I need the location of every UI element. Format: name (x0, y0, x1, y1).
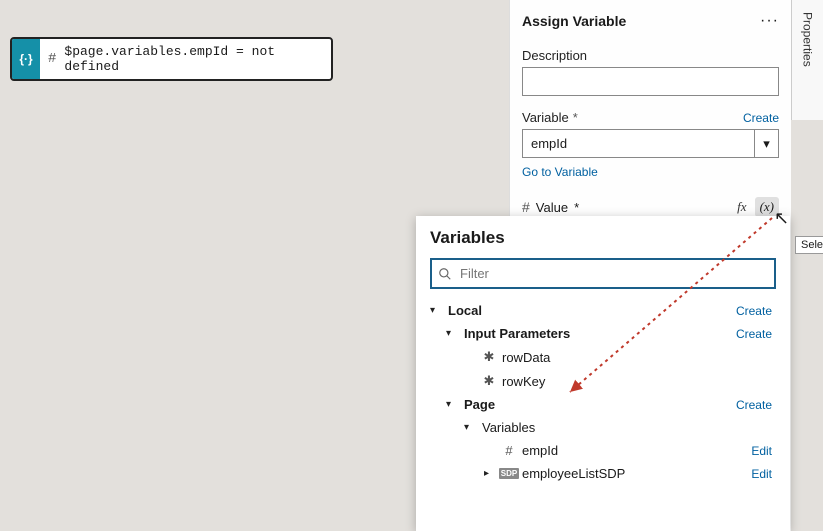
node-expression: $page.variables.empId = not defined (64, 44, 323, 74)
hash-icon: # (48, 51, 56, 67)
properties-tab[interactable]: Properties (791, 0, 823, 120)
tree-group-page[interactable]: ▾Page Create (416, 393, 790, 416)
required-mark: * (573, 110, 578, 125)
variable-select-value: empId (522, 129, 755, 158)
tree-item-empid[interactable]: #empId Edit (416, 439, 790, 462)
search-icon (438, 267, 452, 281)
asterisk-icon: ✱ (482, 373, 496, 389)
panel-menu-icon[interactable]: ··· (760, 12, 779, 30)
value-label: Value (536, 200, 568, 215)
create-variable-link[interactable]: Create (743, 111, 779, 125)
assign-variable-node[interactable]: {·} # $page.variables.empId = not define… (10, 37, 333, 81)
hash-icon: # (502, 443, 516, 458)
variable-label: Variable (522, 110, 569, 125)
tree-item-rowdata[interactable]: ✱rowData (416, 345, 790, 369)
caret-right-icon: ▸ (484, 468, 496, 479)
chevron-down-icon: ▾ (763, 136, 770, 152)
tree-item-employeelistsdp[interactable]: ▸SDPemployeeListSDP Edit (416, 462, 790, 485)
panel-header: Assign Variable ··· (522, 12, 779, 30)
edit-sdp-link[interactable]: Edit (751, 467, 772, 481)
brackets-icon: {·} (19, 52, 32, 66)
sdp-icon: SDP (502, 468, 516, 479)
description-label: Description (522, 48, 779, 63)
caret-down-icon: ▾ (464, 422, 476, 433)
caret-down-icon: ▾ (446, 399, 458, 410)
tree-group-local[interactable]: ▾Local Create (416, 299, 790, 322)
variables-filter[interactable] (430, 258, 776, 289)
asterisk-icon: ✱ (482, 349, 496, 365)
panel-title: Assign Variable (522, 13, 626, 29)
hash-icon: # (522, 199, 530, 215)
node-body: # $page.variables.empId = not defined (40, 39, 331, 79)
tree-group-page-variables[interactable]: ▾Variables (416, 416, 790, 439)
select-tooltip: Select (795, 236, 823, 254)
fx-button[interactable]: fx (733, 197, 750, 217)
variables-popup-title: Variables (430, 228, 776, 248)
variables-tree: ▾Local Create ▾Input Parameters Create ✱… (416, 299, 790, 531)
tree-item-rowkey[interactable]: ✱rowKey (416, 369, 790, 393)
properties-tab-label: Properties (801, 12, 815, 67)
tree-group-input-parameters[interactable]: ▾Input Parameters Create (416, 322, 790, 345)
edit-empid-link[interactable]: Edit (751, 444, 772, 458)
node-accent-icon: {·} (12, 39, 40, 79)
caret-down-icon: ▾ (430, 305, 442, 316)
create-input-param-link[interactable]: Create (736, 327, 772, 341)
variable-picker-button[interactable]: (x) (755, 197, 779, 217)
create-local-link[interactable]: Create (736, 304, 772, 318)
description-input[interactable] (522, 67, 779, 96)
required-mark: * (574, 200, 579, 215)
create-page-var-link[interactable]: Create (736, 398, 772, 412)
caret-down-icon: ▾ (446, 328, 458, 339)
variables-filter-input[interactable] (458, 264, 768, 283)
variable-select-toggle[interactable]: ▾ (755, 129, 779, 158)
go-to-variable-link[interactable]: Go to Variable (522, 165, 598, 179)
variable-select[interactable]: empId ▾ (522, 129, 779, 158)
variables-popup: Variables ▾Local Create ▾Input Parameter… (416, 216, 790, 531)
